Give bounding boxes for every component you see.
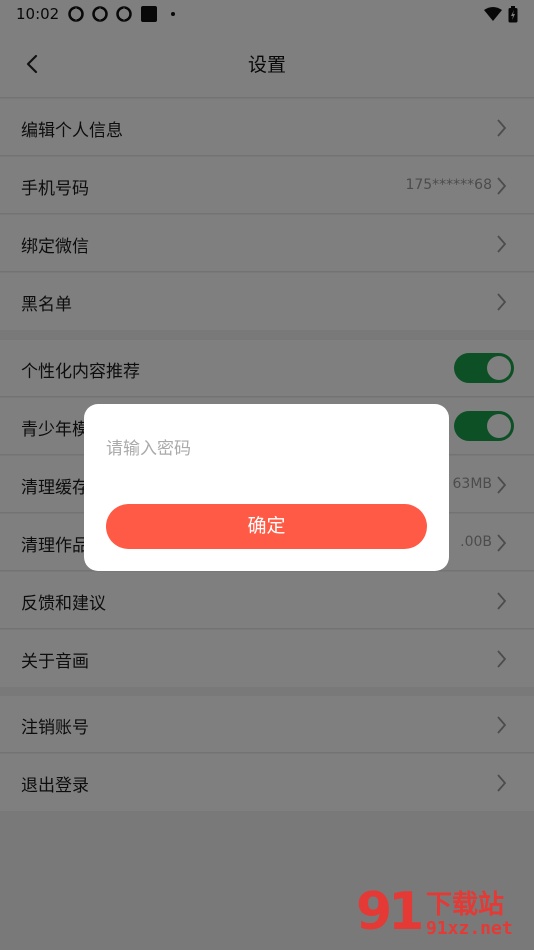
watermark-name: 下载站 (426, 890, 505, 920)
watermark-url: 91xz.net (426, 918, 513, 939)
site-watermark: 91 下载站 91xz.net (356, 882, 526, 946)
confirm-button[interactable]: 确定 (106, 504, 427, 549)
watermark-logo: 91 (356, 882, 424, 942)
password-dialog: 确定 (84, 404, 449, 571)
password-input[interactable] (106, 434, 426, 464)
